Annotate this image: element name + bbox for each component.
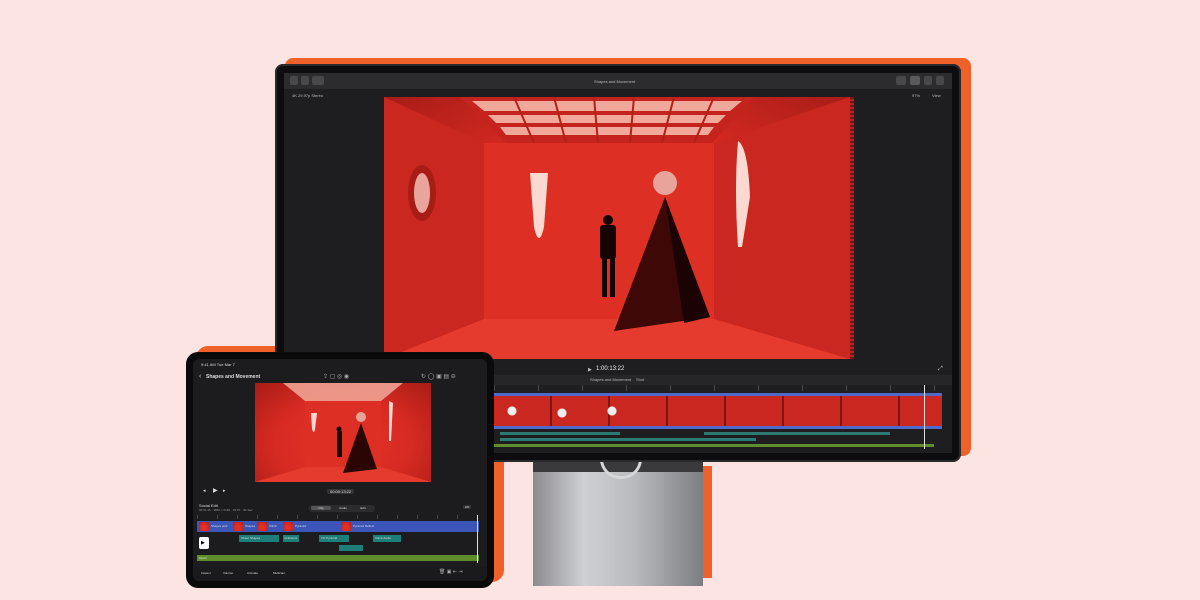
segment-clip[interactable]: Clip <box>311 506 331 510</box>
clip-label-5: Pyramid Reflect <box>353 524 375 528</box>
audio-lane-1[interactable] <box>500 432 620 435</box>
status-time: 9:41 AM Tue Mar 7 <box>201 362 235 367</box>
audio-label-3: VO Pyramid <box>321 536 338 540</box>
clip-label-1: Shapes pink <box>211 524 228 528</box>
clip-thumb-1[interactable] <box>199 522 209 531</box>
ipad-audio-5[interactable] <box>339 545 363 551</box>
zoom-chip[interactable]: HD <box>463 505 472 509</box>
ipad-final-cut-screen: 9:41 AM Tue Mar 7 ‹ Shapes and Movement … <box>193 359 487 581</box>
clip-thumb-3[interactable] <box>257 522 267 531</box>
layout-button[interactable] <box>896 76 906 85</box>
playhead[interactable] <box>924 385 925 449</box>
viewer-view-menu[interactable]: View <box>932 93 941 98</box>
ipad-view-icons[interactable]: ↻ ◯ ▣ ▤ ⊖ <box>421 373 456 380</box>
ipad-timecode: 00:00:13:22 <box>327 489 355 494</box>
ipad-toolbar-icons[interactable]: ⇪ ▢ ◎ ◉ <box>323 373 349 380</box>
audio-lane-2[interactable] <box>704 432 890 435</box>
back-chevron-icon[interactable]: ‹ <box>199 373 201 380</box>
ipad-edit-icons[interactable]: 🗑 ▣ ⇤ ⇥ <box>439 569 463 575</box>
audio-lane-3[interactable] <box>500 438 756 441</box>
skip-forward-icon[interactable]: ▸ <box>223 488 226 494</box>
ipad-timeline-ruler <box>197 515 483 519</box>
ipad-project-title[interactable]: Shapes and Movement <box>206 374 260 380</box>
music-label: Music <box>199 556 207 560</box>
audio-label-4: Climb Audio <box>375 536 392 540</box>
clip-label-2: Shapes <box>245 524 256 528</box>
background-tasks-button[interactable] <box>312 76 324 85</box>
keyword-button[interactable] <box>301 76 309 85</box>
monitor-stand <box>533 462 703 586</box>
timeline-ruler <box>494 385 942 391</box>
ipad-timeline-meta: 00:01:15 · 3840 × 2160 · 29.97 · 4K Sec <box>199 508 253 512</box>
fullscreen-icon[interactable]: ⤢ <box>938 366 943 373</box>
ipad-playhead[interactable] <box>477 515 478 563</box>
window-title: Shapes and Movement <box>594 79 636 84</box>
tool-inspect[interactable]: Inspect <box>201 571 211 575</box>
ipad-music-lane[interactable] <box>197 555 479 561</box>
import-button[interactable] <box>290 76 298 85</box>
ipad-side-play-icon: ▶ <box>201 540 205 546</box>
clip-thumb-4[interactable] <box>283 522 293 531</box>
viewer-video-frame[interactable] <box>384 97 850 359</box>
ipad-bottom-toolbar: Inspect Volume Animate Multicam 🗑 ▣ ⇤ ⇥ <box>193 567 487 581</box>
audio-label-2: Ambience <box>284 536 298 540</box>
toolbar: Shapes and Movement <box>284 73 952 89</box>
ipad-red-room-scene <box>255 383 431 482</box>
audio-label-1: Cheer Shapes <box>241 536 261 540</box>
timeline-meta: Shot <box>636 377 645 382</box>
clip-label-4: Pyramid <box>295 524 307 528</box>
settings-button[interactable] <box>936 76 944 85</box>
music-lane[interactable] <box>494 444 934 447</box>
red-room-scene <box>384 97 850 359</box>
viewer-side-stripe <box>850 97 854 359</box>
tool-volume[interactable]: Volume <box>223 571 233 575</box>
primary-storyline[interactable] <box>494 393 942 429</box>
tool-multicam[interactable]: Multicam <box>273 571 285 575</box>
viewer-timecode: 1:00:13:22 <box>596 366 625 372</box>
segment-edit[interactable]: Edit <box>353 506 373 510</box>
segment-audio[interactable]: Audio <box>333 506 353 510</box>
play-icon[interactable]: ▶ <box>588 367 592 373</box>
ipad: 9:41 AM Tue Mar 7 ‹ Shapes and Movement … <box>186 352 494 588</box>
inspector-toggle[interactable] <box>924 76 932 85</box>
skip-back-icon[interactable]: ◂ <box>203 488 206 494</box>
timeline-title: Shapes and Movement <box>590 377 632 382</box>
segmented-control: Clip Audio Edit <box>309 505 375 512</box>
viewer-format-label: 4K 29.97p Stereo <box>292 93 324 98</box>
viewer-zoom[interactable]: 97% <box>912 93 920 98</box>
clip-thumb-2[interactable] <box>233 522 243 531</box>
ipad-play-icon[interactable]: ▶ <box>213 487 218 494</box>
clip-label-3: Climb <box>269 524 277 528</box>
share-button[interactable] <box>910 76 920 85</box>
thumb-spheres <box>502 401 622 421</box>
tool-animate[interactable]: Animate <box>247 571 258 575</box>
clip-thumb-5[interactable] <box>341 522 351 531</box>
ipad-viewer[interactable] <box>255 383 431 482</box>
